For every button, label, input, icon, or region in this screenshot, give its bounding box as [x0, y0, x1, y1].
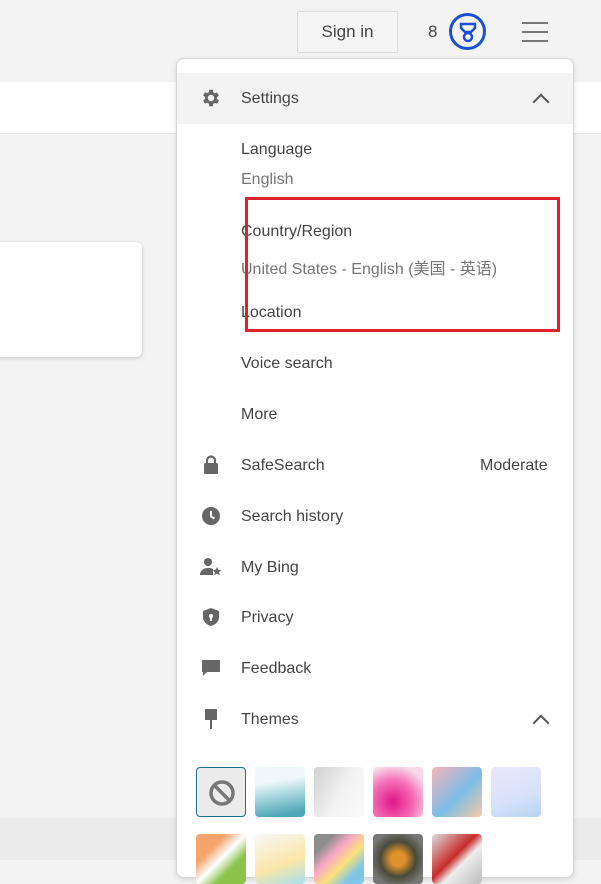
theme-tile-halo[interactable]: [373, 834, 423, 884]
trophy-icon[interactable]: [449, 13, 486, 50]
sign-in-button[interactable]: Sign in: [297, 11, 398, 53]
settings-header-row[interactable]: [177, 73, 573, 124]
safesearch-value: Moderate: [480, 457, 548, 474]
theme-tile-bubbles[interactable]: [373, 767, 423, 817]
language-label[interactable]: Language: [241, 141, 312, 159]
theme-tile-pride[interactable]: [314, 834, 364, 884]
shield-icon: [200, 606, 222, 628]
more-item[interactable]: More: [241, 406, 277, 424]
theme-tile-waves[interactable]: [255, 767, 305, 817]
language-value: English: [241, 171, 294, 188]
rewards-points: 8: [428, 22, 438, 41]
chat-icon: [200, 657, 222, 679]
hamburger-icon[interactable]: [522, 22, 548, 42]
highlight-box: [245, 197, 560, 332]
content-card: [0, 242, 142, 357]
safesearch-item[interactable]: SafeSearch: [241, 457, 325, 475]
paint-brush-icon: [200, 708, 222, 730]
settings-label: Settings: [241, 90, 299, 107]
theme-tile-confetti[interactable]: [255, 834, 305, 884]
themes-label: Themes: [241, 711, 299, 728]
clock-icon: [200, 505, 222, 527]
no-theme-icon: [209, 780, 235, 806]
feedback-item[interactable]: Feedback: [241, 660, 311, 678]
search-history-item[interactable]: Search history: [241, 508, 343, 526]
theme-tile-swirl[interactable]: [432, 767, 482, 817]
privacy-item[interactable]: Privacy: [241, 609, 293, 627]
my-bing-item[interactable]: My Bing: [241, 559, 299, 577]
theme-tile-lavender[interactable]: [491, 767, 541, 817]
theme-tile-arrows[interactable]: [196, 834, 246, 884]
theme-tile-character[interactable]: [432, 834, 482, 884]
lock-icon: [200, 454, 222, 476]
theme-tile-gray[interactable]: [314, 767, 364, 817]
gear-icon: [200, 87, 222, 109]
voice-search-item[interactable]: Voice search: [241, 355, 333, 373]
theme-tile-none[interactable]: [196, 767, 246, 817]
person-star-icon: [200, 556, 222, 578]
